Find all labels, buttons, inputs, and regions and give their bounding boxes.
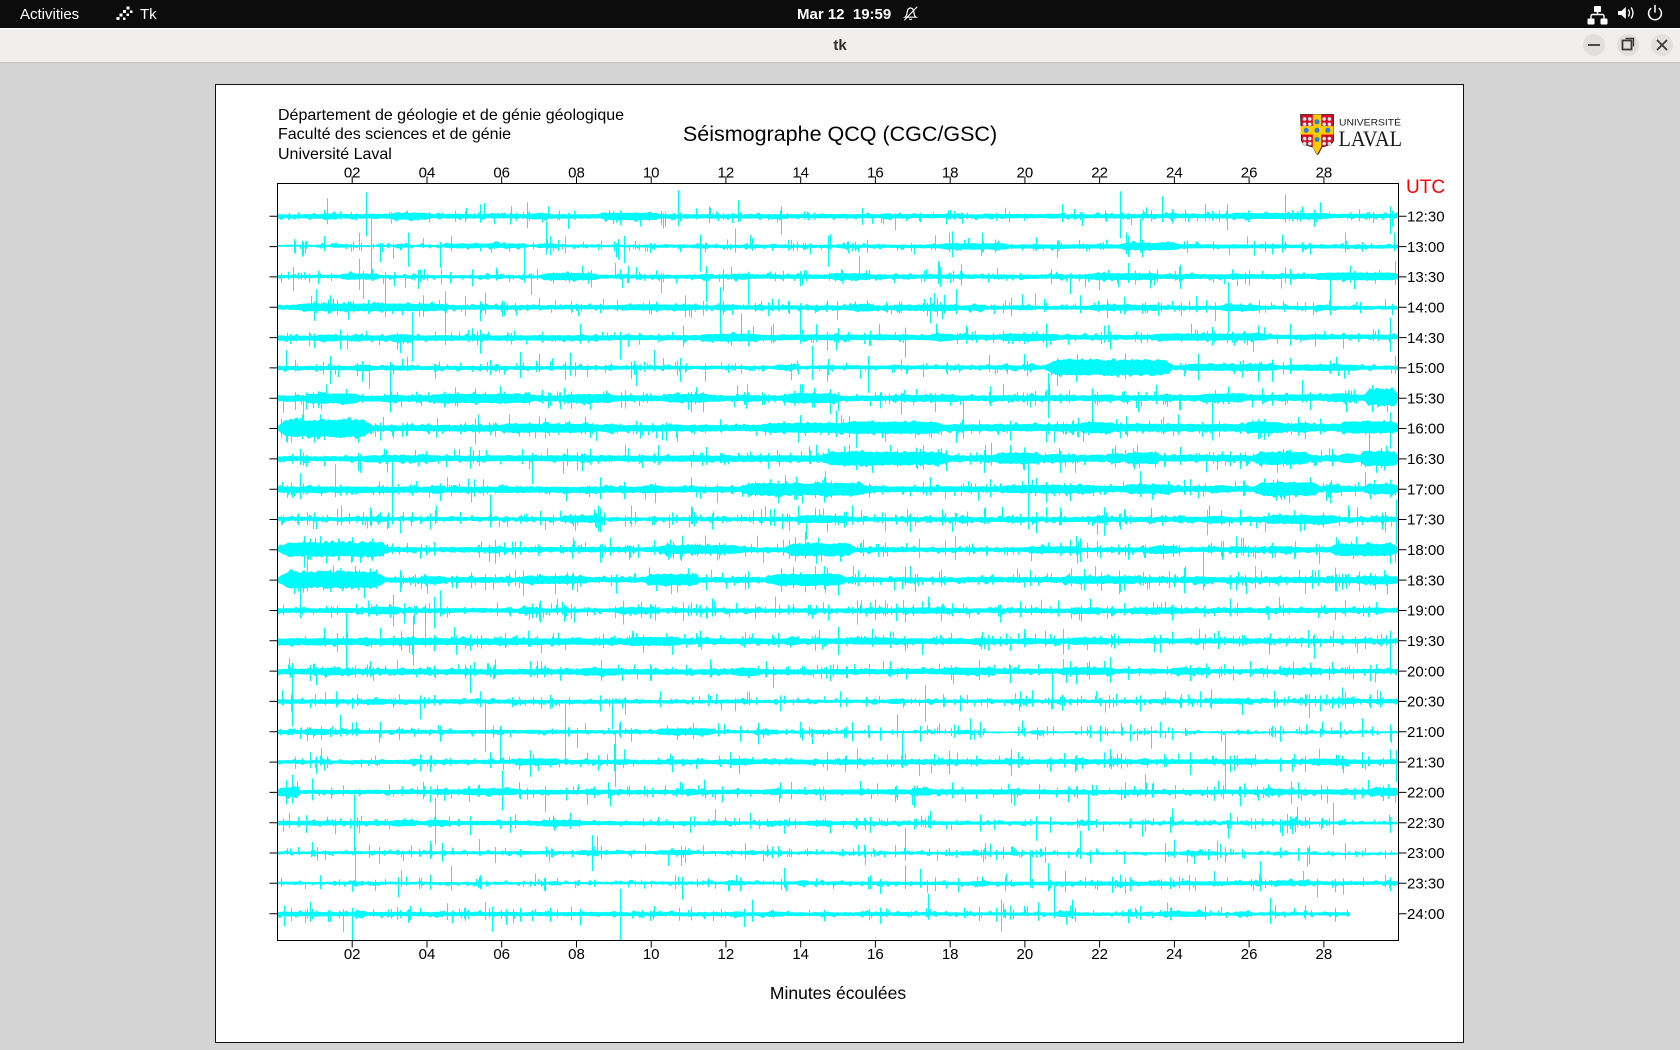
svg-text:15:00: 15:00 (1407, 360, 1445, 377)
svg-text:14:30: 14:30 (1407, 330, 1445, 347)
svg-text:18: 18 (942, 946, 959, 963)
svg-text:22:30: 22:30 (1407, 815, 1445, 832)
svg-text:UTC: UTC (1406, 177, 1445, 198)
svg-text:24: 24 (1166, 946, 1183, 963)
svg-text:24:00: 24:00 (1407, 906, 1445, 923)
svg-text:28: 28 (1316, 946, 1333, 963)
svg-text:12: 12 (718, 946, 735, 963)
svg-text:13:30: 13:30 (1407, 269, 1445, 286)
svg-text:22: 22 (1091, 946, 1108, 963)
svg-text:16: 16 (867, 946, 884, 963)
svg-text:02: 02 (344, 946, 361, 963)
svg-text:06: 06 (493, 946, 510, 963)
svg-text:14:00: 14:00 (1407, 300, 1445, 317)
svg-text:06: 06 (493, 165, 510, 182)
svg-text:19:30: 19:30 (1407, 633, 1445, 650)
svg-text:18:00: 18:00 (1407, 542, 1445, 559)
svg-text:17:00: 17:00 (1407, 481, 1445, 498)
svg-text:16:00: 16:00 (1407, 421, 1445, 438)
svg-text:14: 14 (792, 946, 809, 963)
svg-text:17:30: 17:30 (1407, 512, 1445, 529)
svg-text:08: 08 (568, 165, 585, 182)
svg-text:02: 02 (344, 165, 361, 182)
svg-text:13:00: 13:00 (1407, 239, 1445, 256)
svg-text:19:00: 19:00 (1407, 603, 1445, 620)
svg-text:08: 08 (568, 946, 585, 963)
svg-text:20:00: 20:00 (1407, 663, 1445, 680)
svg-text:16:30: 16:30 (1407, 451, 1445, 468)
svg-text:16: 16 (867, 165, 884, 182)
svg-text:22: 22 (1091, 165, 1108, 182)
svg-text:23:30: 23:30 (1407, 876, 1445, 893)
svg-text:10: 10 (643, 946, 660, 963)
svg-text:28: 28 (1316, 165, 1333, 182)
svg-text:18: 18 (942, 165, 959, 182)
svg-text:26: 26 (1241, 946, 1258, 963)
svg-text:21:30: 21:30 (1407, 754, 1445, 771)
svg-text:18:30: 18:30 (1407, 572, 1445, 589)
svg-text:24: 24 (1166, 165, 1183, 182)
svg-text:12:30: 12:30 (1407, 209, 1445, 226)
svg-text:04: 04 (419, 165, 436, 182)
svg-text:22:00: 22:00 (1407, 785, 1445, 802)
svg-text:21:00: 21:00 (1407, 724, 1445, 741)
svg-text:20: 20 (1017, 946, 1034, 963)
svg-text:12: 12 (718, 165, 735, 182)
svg-text:20:30: 20:30 (1407, 694, 1445, 711)
svg-text:26: 26 (1241, 165, 1258, 182)
svg-text:14: 14 (792, 165, 809, 182)
svg-text:04: 04 (419, 946, 436, 963)
svg-text:10: 10 (643, 165, 660, 182)
svg-text:23:00: 23:00 (1407, 845, 1445, 862)
svg-text:LAVAL: LAVAL (1339, 126, 1403, 151)
svg-text:15:30: 15:30 (1407, 390, 1445, 407)
svg-text:20: 20 (1017, 165, 1034, 182)
svg-text:Minutes écoulées: Minutes écoulées (770, 983, 906, 1003)
